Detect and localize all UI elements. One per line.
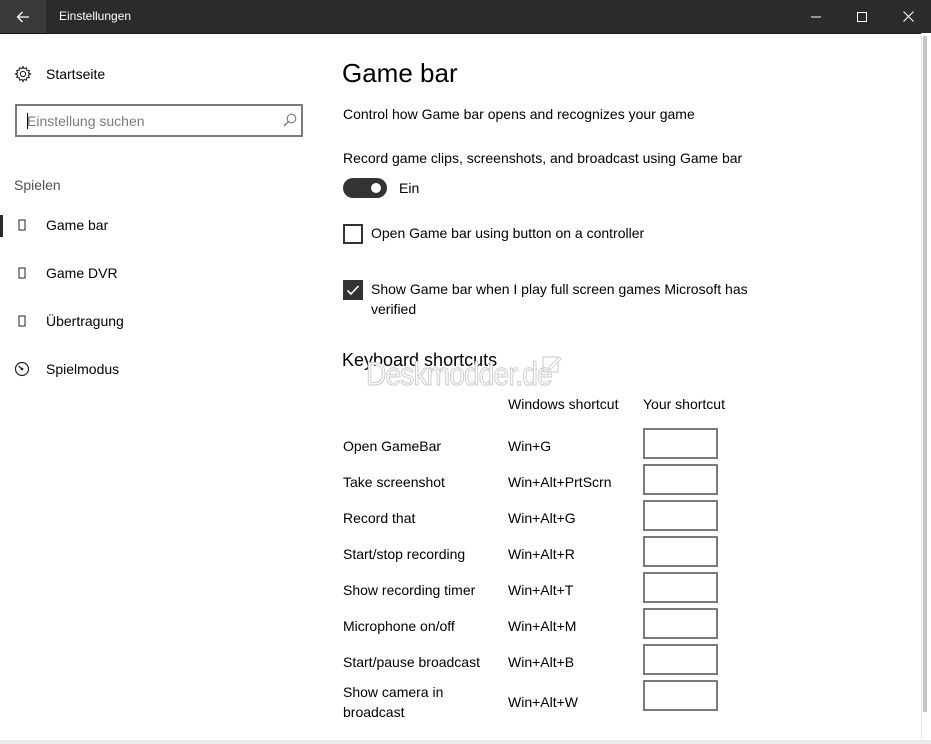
record-toggle[interactable]	[343, 178, 387, 198]
custom-shortcut-input[interactable]	[643, 428, 718, 459]
shortcut-action: Start/pause broadcast	[343, 654, 480, 670]
game-dvr-icon	[18, 267, 26, 279]
window-title: Einstellungen	[59, 9, 132, 23]
scrollbar-thumb[interactable]	[923, 36, 927, 712]
page-title: Game bar	[342, 58, 458, 88]
custom-shortcut-input[interactable]	[643, 608, 718, 639]
broadcast-icon	[18, 315, 26, 327]
watermark: Deskmodder.de	[366, 356, 554, 393]
shortcut-action: Show camera in broadcast	[343, 684, 444, 720]
toggle-state-label: Ein	[399, 180, 420, 196]
minimize-button[interactable]	[793, 0, 839, 33]
gear-icon	[14, 65, 32, 83]
custom-shortcut-input[interactable]	[643, 644, 718, 675]
custom-shortcut-input[interactable]	[643, 536, 718, 567]
close-icon	[902, 11, 914, 22]
fullscreen-checkbox-label[interactable]: Show Game bar when I play full screen ga…	[371, 279, 781, 319]
page-subtitle: Control how Game bar opens and recognize…	[343, 106, 695, 122]
game-bar-icon	[18, 219, 26, 231]
shortcut-keys: Win+Alt+W	[508, 694, 579, 710]
sidebar-item-label: Game bar	[46, 217, 109, 233]
toggle-knob	[371, 183, 381, 193]
search-input[interactable]	[27, 111, 267, 131]
custom-shortcut-input[interactable]	[643, 464, 718, 495]
column-header-windows-shortcut: Windows shortcut	[508, 396, 619, 412]
shortcut-keys: Win+Alt+G	[508, 510, 576, 526]
shortcut-action: Open GameBar	[343, 438, 442, 454]
maximize-icon	[857, 11, 867, 22]
shortcut-row: Take screenshot Win+Alt+PrtScrn	[0, 464, 800, 500]
shortcut-action: Show recording timer	[343, 582, 476, 598]
controller-checkbox[interactable]	[343, 224, 363, 244]
sidebar-item-game-bar[interactable]: Game bar	[0, 206, 300, 246]
sidebar-item-label: Übertragung	[46, 313, 124, 329]
column-header-your-shortcut: Your shortcut	[643, 396, 725, 412]
shortcut-row: Show recording timer Win+Alt+T	[0, 572, 800, 608]
search-icon[interactable]	[283, 113, 297, 127]
title-bar: Einstellungen	[0, 0, 931, 34]
text-caret	[27, 113, 28, 129]
shortcut-keys: Win+Alt+M	[508, 618, 577, 634]
home-label[interactable]: Startseite	[46, 66, 105, 82]
shortcut-keys: Win+Alt+PrtScrn	[508, 474, 612, 490]
shortcut-action: Microphone on/off	[343, 618, 455, 634]
shortcut-row: Open GameBar Win+G	[0, 428, 800, 464]
shortcut-keys: Win+Alt+T	[508, 582, 574, 598]
back-arrow-icon	[16, 11, 29, 22]
back-button[interactable]	[0, 0, 46, 33]
maximize-button[interactable]	[839, 0, 885, 33]
controller-checkbox-label[interactable]: Open Game bar using button on a controll…	[371, 223, 644, 243]
close-button[interactable]	[885, 0, 931, 33]
shortcut-action: Record that	[343, 510, 416, 526]
section-label: Spielen	[14, 177, 61, 193]
sidebar-item-label: Game DVR	[46, 265, 118, 281]
shortcut-row: Record that Win+Alt+G	[0, 500, 800, 536]
shortcut-row: Start/pause broadcast Win+Alt+B	[0, 644, 800, 680]
sidebar-item-game-dvr[interactable]: Game DVR	[0, 254, 300, 294]
shortcut-action: Take screenshot	[343, 474, 445, 490]
record-setting-label: Record game clips, screenshots, and broa…	[343, 150, 743, 166]
sidebar-item-label: Spielmodus	[46, 361, 120, 377]
home-link[interactable]	[14, 64, 32, 84]
shortcut-keys: Win+Alt+R	[508, 546, 575, 562]
game-mode-icon	[14, 361, 30, 377]
shortcut-keys: Win+G	[508, 438, 552, 454]
fullscreen-checkbox[interactable]	[343, 280, 363, 300]
shortcut-row: Show camera in broadcast Win+Alt+W	[0, 680, 800, 720]
shortcut-action: Start/stop recording	[343, 546, 466, 562]
shortcut-keys: Win+Alt+B	[508, 654, 575, 670]
minimize-icon	[811, 16, 821, 17]
search-box[interactable]	[15, 104, 303, 137]
custom-shortcut-input[interactable]	[643, 680, 718, 711]
sidebar-item-broadcast[interactable]: Übertragung	[0, 302, 300, 342]
shortcut-row: Start/stop recording Win+Alt+R	[0, 536, 800, 572]
checkmark-icon	[346, 285, 360, 296]
sidebar-item-game-mode[interactable]: Spielmodus	[0, 350, 300, 390]
shortcut-row: Microphone on/off Win+Alt+M	[0, 608, 800, 644]
custom-shortcut-input[interactable]	[643, 500, 718, 531]
selection-indicator	[0, 215, 3, 237]
watermark-pencil-icon	[542, 356, 562, 373]
custom-shortcut-input[interactable]	[643, 572, 718, 603]
window-bottom-edge	[0, 740, 931, 744]
